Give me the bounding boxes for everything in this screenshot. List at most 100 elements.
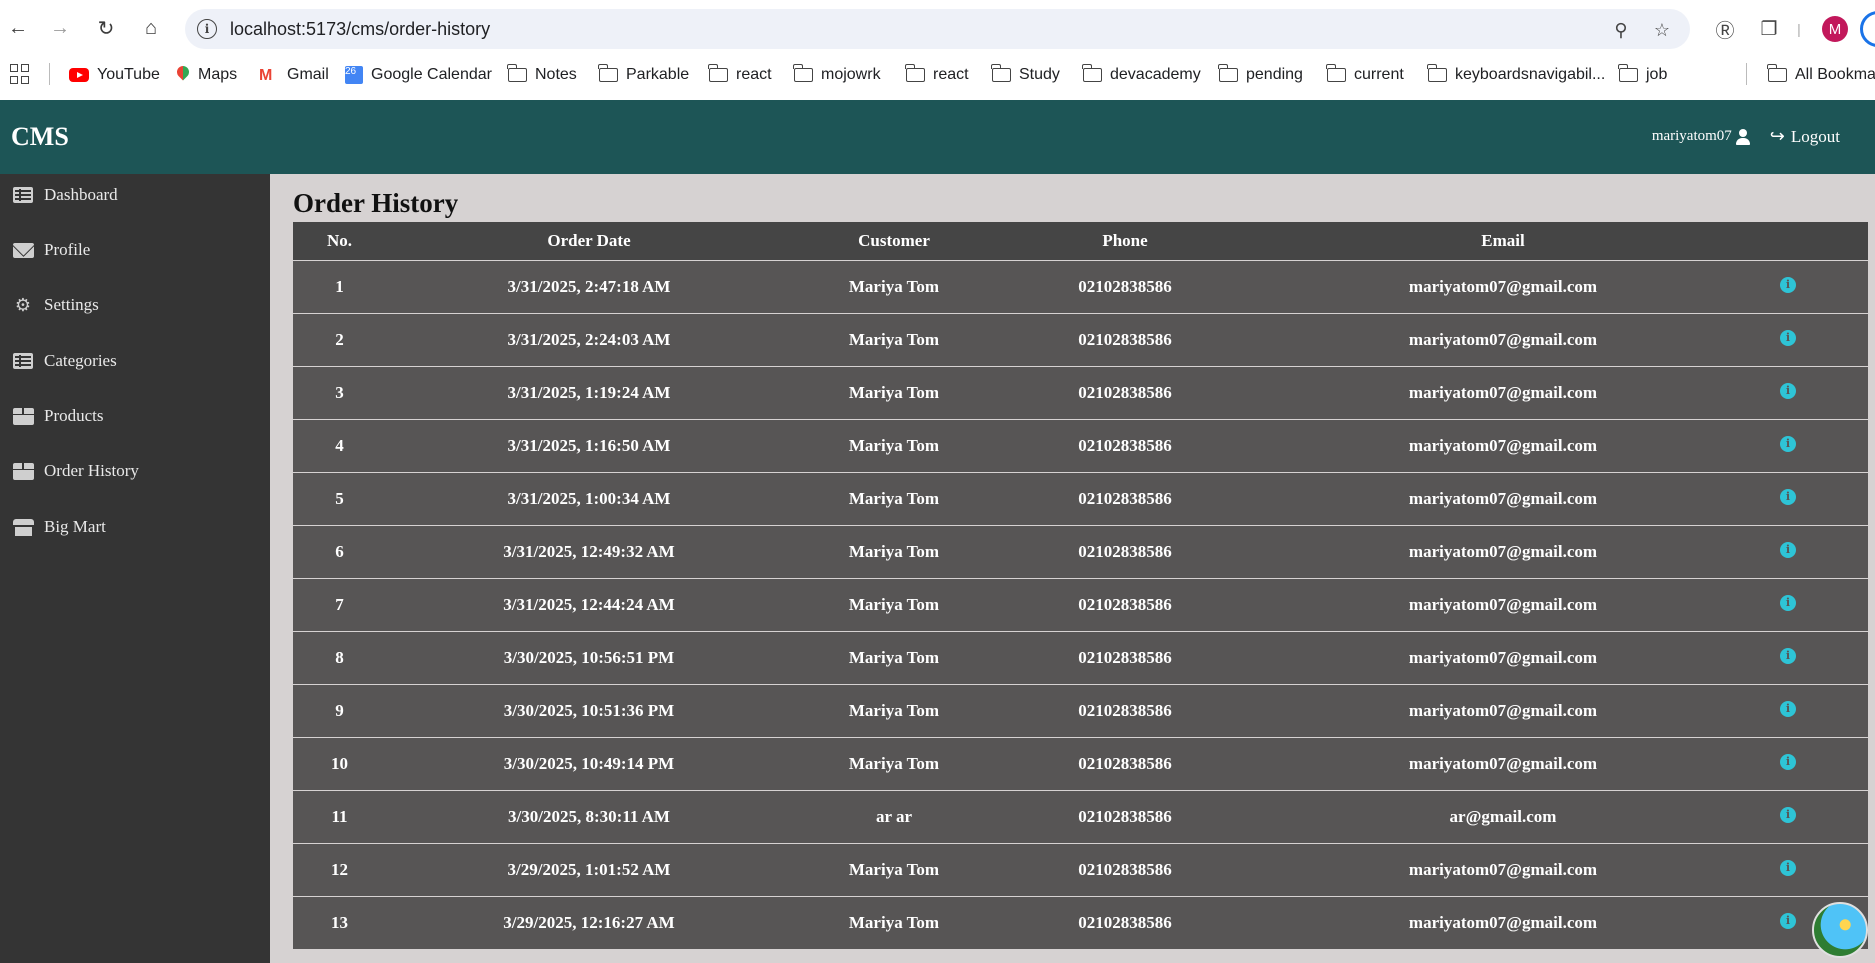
sidebar-item-big-mart[interactable]: Big Mart bbox=[12, 512, 106, 542]
order-details-button[interactable]: i bbox=[1773, 367, 1803, 419]
sidebar-item-profile[interactable]: Profile bbox=[12, 235, 90, 265]
customer-email: mariyatom07@gmail.com bbox=[1408, 595, 1598, 614]
order-details-button[interactable]: i bbox=[1773, 526, 1803, 578]
apps-grid-icon[interactable] bbox=[10, 64, 30, 84]
bookmark-study[interactable]: Study bbox=[991, 64, 1060, 86]
bookmark-mojowrk[interactable]: mojowrk bbox=[793, 64, 881, 86]
sidebar: Dashboard Profile ⚙ Settings Categories … bbox=[0, 174, 270, 963]
sidebar-item-dashboard[interactable]: Dashboard bbox=[12, 180, 118, 210]
order-details-button[interactable]: i bbox=[1773, 685, 1803, 737]
extensions-puzzle-icon[interactable]: ❐ bbox=[1755, 15, 1783, 43]
bookmark-gmail[interactable]: M Gmail bbox=[259, 64, 329, 86]
order-details-button[interactable]: i bbox=[1773, 738, 1803, 790]
customer-phone: 02102838586 bbox=[1078, 277, 1172, 296]
extension-w-icon[interactable]: Ⓡ bbox=[1711, 15, 1739, 43]
order-details-button[interactable]: i bbox=[1773, 473, 1803, 525]
sidebar-item-order-history[interactable]: Order History bbox=[12, 456, 139, 486]
customer-phone: 02102838586 bbox=[1078, 542, 1172, 561]
customer-name: Mariya Tom bbox=[848, 489, 940, 508]
sidebar-item-settings[interactable]: ⚙ Settings bbox=[12, 290, 99, 320]
customer-name: Mariya Tom bbox=[848, 754, 940, 773]
bookmark-pending[interactable]: pending bbox=[1218, 64, 1303, 86]
floating-avatar-image[interactable] bbox=[1812, 902, 1868, 958]
browser-toolbar: ← → ↻ ⌂ i localhost:5173/cms/order-histo… bbox=[0, 0, 1875, 58]
logout-button[interactable]: Logout bbox=[1791, 127, 1840, 147]
bookmark-parkable[interactable]: Parkable bbox=[598, 64, 689, 86]
zoom-icon[interactable]: ⚲ bbox=[1610, 19, 1632, 41]
info-icon[interactable]: i bbox=[1780, 753, 1796, 770]
customer-email: mariyatom07@gmail.com bbox=[1408, 648, 1598, 667]
home-icon[interactable]: ⌂ bbox=[137, 14, 165, 42]
bookmark-devacademy[interactable]: devacademy bbox=[1082, 64, 1201, 86]
list-icon bbox=[13, 353, 33, 369]
order-number: 6 bbox=[335, 542, 344, 561]
bookmark-react[interactable]: react bbox=[708, 64, 772, 86]
bookmark-star-icon[interactable]: ☆ bbox=[1651, 19, 1673, 41]
info-icon[interactable]: i bbox=[1780, 859, 1796, 876]
order-details-button[interactable]: i bbox=[1773, 632, 1803, 684]
table-row: 13 3/29/2025, 12:16:27 AM Mariya Tom 021… bbox=[293, 896, 1868, 949]
order-details-button[interactable]: i bbox=[1773, 791, 1803, 843]
bookmark-current[interactable]: current bbox=[1326, 64, 1404, 86]
bookmark-job[interactable]: job bbox=[1618, 64, 1667, 86]
customer-email: mariyatom07@gmail.com bbox=[1408, 277, 1598, 296]
bookmarks-divider-right bbox=[1746, 63, 1747, 85]
browser-chrome: ← → ↻ ⌂ i localhost:5173/cms/order-histo… bbox=[0, 0, 1875, 100]
page-title: Order History bbox=[293, 188, 459, 218]
info-icon[interactable]: i bbox=[1780, 806, 1796, 823]
info-icon[interactable]: i bbox=[1780, 912, 1796, 929]
order-number: 9 bbox=[335, 701, 344, 720]
info-icon[interactable]: i bbox=[1780, 276, 1796, 293]
folder-icon bbox=[793, 64, 813, 82]
brand-logo[interactable]: CMS bbox=[11, 122, 69, 152]
info-icon[interactable]: i bbox=[1780, 700, 1796, 717]
bookmark-react-2[interactable]: react bbox=[905, 64, 969, 86]
store-icon bbox=[12, 518, 34, 536]
all-bookmarks[interactable]: All Bookmar bbox=[1767, 64, 1875, 86]
bookmark-maps[interactable]: Maps bbox=[176, 64, 237, 86]
folder-icon bbox=[1427, 64, 1447, 82]
order-details-button[interactable]: i bbox=[1773, 897, 1803, 949]
toolbar-divider: | bbox=[1797, 21, 1801, 37]
user-icon[interactable] bbox=[1734, 128, 1752, 146]
table-body: 1 3/31/2025, 2:47:18 AM Mariya Tom 02102… bbox=[293, 260, 1868, 949]
customer-phone: 02102838586 bbox=[1078, 754, 1172, 773]
bookmark-google-calendar[interactable]: 26 Google Calendar bbox=[345, 64, 492, 86]
order-details-button[interactable]: i bbox=[1773, 314, 1803, 366]
info-icon[interactable]: i bbox=[1780, 435, 1796, 452]
folder-icon bbox=[598, 64, 618, 82]
profile-avatar[interactable]: M bbox=[1822, 16, 1848, 42]
address-bar[interactable]: i localhost:5173/cms/order-history ⚲ ☆ bbox=[185, 9, 1690, 49]
info-icon[interactable]: i bbox=[1780, 329, 1796, 346]
order-details-button[interactable]: i bbox=[1773, 579, 1803, 631]
app-header: CMS mariyatom07 ↪ Logout bbox=[0, 100, 1875, 174]
customer-email: mariyatom07@gmail.com bbox=[1408, 330, 1598, 349]
info-icon[interactable]: i bbox=[1780, 647, 1796, 664]
sidebar-item-categories[interactable]: Categories bbox=[12, 346, 117, 376]
info-icon[interactable]: i bbox=[1780, 594, 1796, 611]
sidebar-button-icon[interactable] bbox=[1860, 11, 1875, 47]
bookmark-youtube[interactable]: YouTube bbox=[69, 64, 160, 86]
customer-name: Mariya Tom bbox=[848, 542, 940, 561]
reload-icon[interactable]: ↻ bbox=[92, 14, 120, 42]
back-icon[interactable]: ← bbox=[4, 14, 32, 42]
site-info-icon[interactable]: i bbox=[197, 19, 217, 39]
table-row: 2 3/31/2025, 2:24:03 AM Mariya Tom 02102… bbox=[293, 313, 1868, 366]
order-details-button[interactable]: i bbox=[1773, 420, 1803, 472]
logout-icon[interactable]: ↪ bbox=[1770, 126, 1785, 147]
order-details-button[interactable]: i bbox=[1773, 261, 1803, 313]
customer-name: Mariya Tom bbox=[848, 383, 940, 402]
info-icon[interactable]: i bbox=[1780, 541, 1796, 558]
order-details-button[interactable]: i bbox=[1773, 844, 1803, 896]
customer-phone: 02102838586 bbox=[1078, 489, 1172, 508]
bookmark-keyboardsnavigabil[interactable]: keyboardsnavigabil... bbox=[1427, 64, 1605, 86]
forward-icon[interactable]: → bbox=[46, 14, 74, 42]
bookmark-notes[interactable]: Notes bbox=[507, 64, 577, 86]
folder-icon bbox=[1767, 64, 1787, 82]
info-icon[interactable]: i bbox=[1780, 382, 1796, 399]
sidebar-item-products[interactable]: Products bbox=[12, 401, 104, 431]
bookmarks-divider bbox=[49, 63, 50, 85]
url-text[interactable]: localhost:5173/cms/order-history bbox=[230, 19, 490, 40]
info-icon[interactable]: i bbox=[1780, 488, 1796, 505]
maps-icon bbox=[176, 66, 190, 84]
